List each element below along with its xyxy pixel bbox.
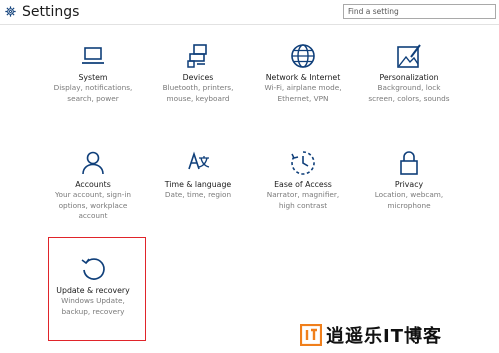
personalization-icon	[397, 44, 421, 68]
tile-ease-of-access[interactable]: Ease of Access Narrator, magnifier, high …	[251, 150, 355, 211]
tile-privacy[interactable]: Privacy Location, webcam, microphone	[357, 150, 461, 211]
tile-label: Network & Internet	[265, 73, 341, 82]
tile-label: Devices	[182, 73, 214, 82]
window-title: Settings	[22, 4, 80, 20]
tile-description: Background, lock screen, colors, sounds	[368, 83, 450, 103]
tile-devices[interactable]: Devices Bluetooth, printers, mouse, keybo…	[146, 43, 250, 104]
app-title: Settings	[4, 3, 79, 21]
tile-personalization[interactable]: Personalization Background, lock screen, …	[357, 43, 461, 104]
time-language-icon	[188, 151, 210, 170]
tile-description: Narrator, magnifier, high contrast	[266, 190, 340, 210]
tile-description: Display, notifications, search, power	[53, 83, 133, 103]
tile-description: Windows Update, backup, recovery	[61, 296, 125, 316]
tile-label: Privacy	[394, 180, 424, 189]
tile-label: Time & language	[164, 180, 232, 189]
tile-label: Personalization	[379, 73, 439, 82]
tile-system[interactable]: System Display, notifications, search, po…	[41, 43, 145, 104]
devices-icon	[187, 44, 207, 68]
ease-of-access-icon	[291, 151, 315, 175]
tile-description: Wi-Fi, airplane mode, Ethernet, VPN	[264, 83, 342, 103]
tile-update-recovery[interactable]: Update & recovery Windows Update, backup,…	[41, 256, 145, 317]
tile-time-language[interactable]: Time & language Date, time, region	[146, 150, 250, 201]
gear-icon	[4, 3, 17, 22]
tile-label: Accounts	[75, 180, 111, 189]
refresh-icon	[81, 258, 105, 280]
tile-description: Date, time, region	[164, 190, 232, 199]
person-icon	[82, 151, 104, 175]
watermark: 逍遥乐IT博客	[300, 323, 442, 347]
watermark-logo-icon	[300, 324, 322, 346]
tile-accounts[interactable]: Accounts Your account, sign-in options, w…	[41, 150, 145, 222]
globe-icon	[291, 44, 315, 68]
tile-label: Update & recovery	[56, 286, 130, 295]
tile-label: System	[78, 73, 108, 82]
lock-icon	[400, 151, 418, 175]
laptop-icon	[82, 47, 104, 64]
tile-label: Ease of Access	[274, 180, 332, 189]
tile-description: Bluetooth, printers, mouse, keyboard	[162, 83, 234, 103]
title-bar: Settings Find a setting	[0, 0, 499, 25]
tile-description: Your account, sign-in options, workplace a…	[55, 190, 131, 220]
tile-network[interactable]: Network & Internet Wi-Fi, airplane mode,…	[251, 43, 355, 104]
watermark-text: 逍遥乐IT博客	[326, 326, 442, 347]
tile-description: Location, webcam, microphone	[374, 190, 444, 210]
search-input[interactable]: Find a setting	[343, 4, 496, 19]
